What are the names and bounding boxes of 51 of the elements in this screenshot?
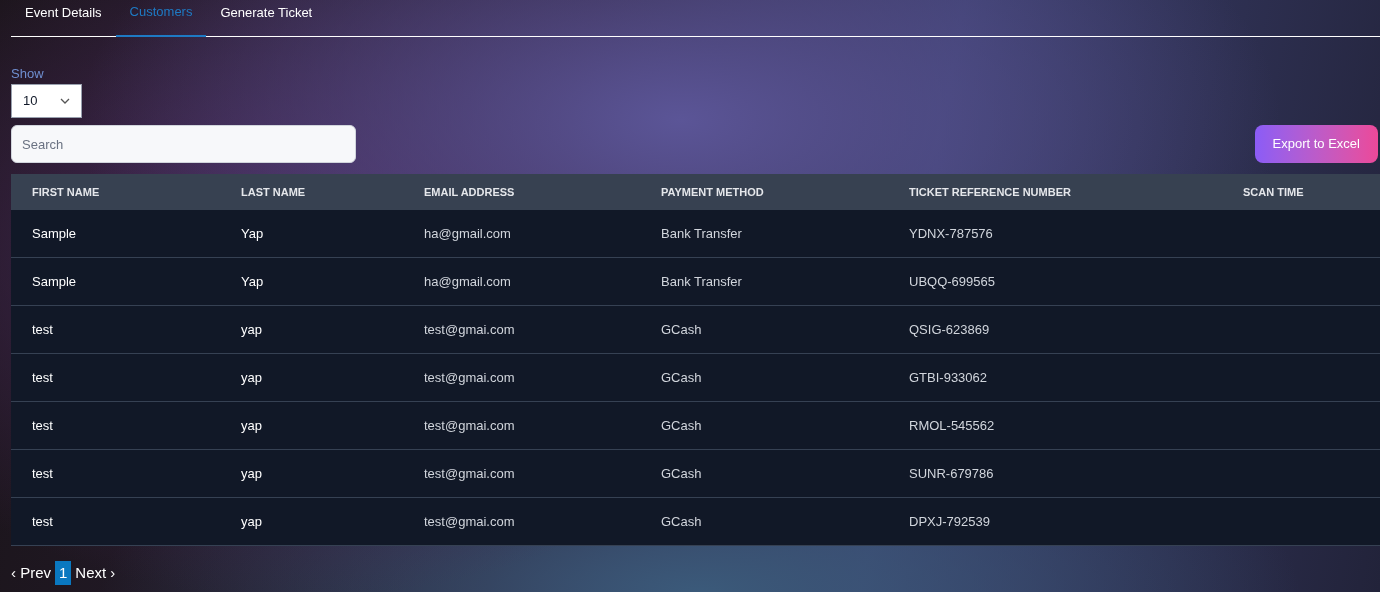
search-field[interactable]: Search xyxy=(11,125,356,163)
column-header: EMAIL ADDRESS xyxy=(424,184,516,200)
tab[interactable]: Generate Ticket xyxy=(206,0,327,37)
column-header: SCAN TIME xyxy=(1243,184,1305,200)
table-cell-text: UBQQ-699565 xyxy=(909,272,996,291)
table-cell-text: ha@gmail.com xyxy=(424,224,512,243)
table-cell-text: test@gmai.com xyxy=(424,368,516,387)
table-cell-text: QSIG-623869 xyxy=(909,320,991,339)
table-cell-text: Yap xyxy=(241,272,265,291)
table-cell-text: test@gmai.com xyxy=(424,320,516,339)
table-cell-text: ha@gmail.com xyxy=(424,272,512,291)
table-cell-text: Bank Transfer xyxy=(661,224,743,243)
table-cell-text: yap xyxy=(241,368,263,387)
table-cell-text: GCash xyxy=(661,416,703,435)
column-header: TICKET REFERENCE NUMBER xyxy=(909,184,1072,200)
table-cell-text: GCash xyxy=(661,512,703,531)
tab[interactable]: Event Details xyxy=(11,0,116,37)
table-cell-text: RMOL-545562 xyxy=(909,416,996,435)
table-cell-text: yap xyxy=(241,512,263,531)
table-cell-text: test xyxy=(32,512,54,531)
table-cell-text: GCash xyxy=(661,368,703,387)
next-link[interactable]: Next › xyxy=(71,561,116,585)
show-label: Show xyxy=(11,65,45,83)
table-cell-text: yap xyxy=(241,416,263,435)
table-cell-text: yap xyxy=(241,320,263,339)
table-cell-text: SUNR-679786 xyxy=(909,464,995,483)
page-link[interactable]: 1 xyxy=(55,561,72,585)
prev-link[interactable]: ‹ Prev xyxy=(11,561,55,585)
table-cell-text: GCash xyxy=(661,320,703,339)
table-cell-text: test@gmai.com xyxy=(424,512,516,531)
table-cell-text: Bank Transfer xyxy=(661,272,743,291)
table-cell-text: GCash xyxy=(661,464,703,483)
table-cell-text: GTBI-933062 xyxy=(909,368,989,387)
chevron-down-icon xyxy=(60,98,70,104)
table-cell-text: test xyxy=(32,368,54,387)
table-cell-text: YDNX-787576 xyxy=(909,224,994,243)
table-cell-text: Sample xyxy=(32,224,78,243)
table-cell-text: Sample xyxy=(32,272,78,291)
column-header: FIRST NAME xyxy=(32,184,101,200)
table-cell-text: test xyxy=(32,416,54,435)
export-button[interactable]: Export to Excel xyxy=(1254,125,1378,163)
table-cell-text: yap xyxy=(241,464,263,483)
table-cell-text: test xyxy=(32,320,54,339)
table-cell-text: DPXJ-792539 xyxy=(909,512,991,531)
page-size-select[interactable]: 10 xyxy=(11,84,82,118)
table-cell-text: Yap xyxy=(241,224,265,243)
table-cell-text: test@gmai.com xyxy=(424,464,516,483)
table-cell-text: test@gmai.com xyxy=(424,416,516,435)
column-header: PAYMENT METHOD xyxy=(661,184,765,200)
table-cell-text: test xyxy=(32,464,54,483)
column-header: LAST NAME xyxy=(241,184,307,200)
